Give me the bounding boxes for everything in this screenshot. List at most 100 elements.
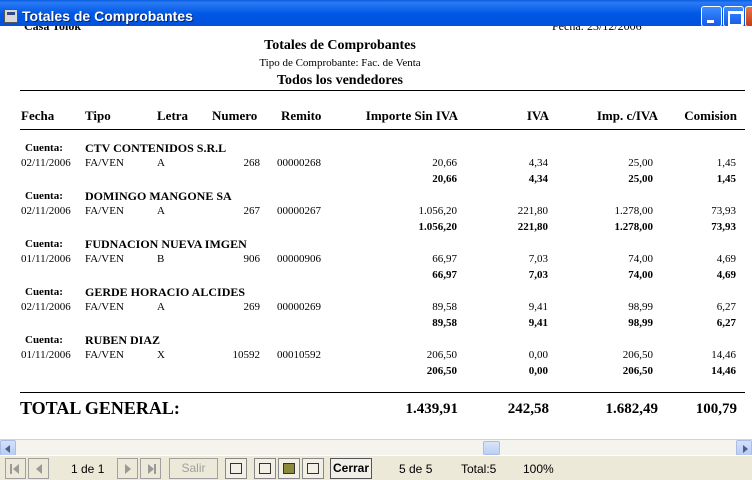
cell-imp-civa: 25,00 [628, 157, 653, 169]
cell-tipo: FA/VEN [85, 205, 124, 217]
subtotal-iva: 0,00 [528, 365, 548, 377]
last-page-icon[interactable] [140, 458, 161, 479]
account-label: Cuenta: [25, 334, 63, 346]
cell-remito: 00000906 [277, 253, 321, 265]
report-canvas: Casa Tolok Fecha: 23/12/2006 Totales de … [0, 26, 752, 439]
subtotal-iva: 221,80 [517, 221, 548, 233]
copy-icon[interactable] [302, 458, 324, 479]
total-comision: 100,79 [695, 401, 737, 417]
account-name: DOMINGO MANGONE SA [85, 189, 232, 203]
total-label: TOTAL GENERAL: [20, 398, 180, 418]
scroll-right-button[interactable] [736, 440, 752, 456]
account-label: Cuenta: [25, 142, 63, 154]
cell-tipo: FA/VEN [85, 301, 124, 313]
window-title: Totales de Comprobantes [22, 8, 193, 24]
cell-comision: 6,27 [716, 301, 736, 313]
subtotal-importe: 20,66 [432, 173, 457, 185]
cell-comision: 14,46 [711, 349, 736, 361]
horizontal-scrollbar[interactable] [0, 439, 752, 456]
subtotal-importe: 1.056,20 [418, 221, 458, 233]
cerrar-button[interactable]: Cerrar [330, 458, 372, 479]
subtotal-comision: 4,69 [716, 269, 736, 281]
cell-fecha: 02/11/2006 [21, 301, 71, 313]
export-icon[interactable] [278, 458, 300, 479]
close-button[interactable] [745, 6, 752, 27]
subtotal-comision: 14,46 [711, 365, 736, 377]
cell-remito: 00000269 [277, 301, 321, 313]
col-importe: Importe Sin IVA [365, 108, 458, 123]
cell-iva: 7,03 [528, 253, 548, 265]
report-date: Fecha: 23/12/2006 [552, 26, 642, 33]
cell-comision: 1,45 [716, 157, 736, 169]
cell-letra: A [157, 157, 165, 169]
total-count: Total:5 [461, 462, 497, 476]
cell-fecha: 01/11/2006 [21, 253, 71, 265]
zoom-level: 100% [523, 462, 554, 476]
next-page-icon[interactable] [117, 458, 138, 479]
subtotal-imp-civa: 1.278,00 [614, 221, 654, 233]
cell-letra: X [157, 349, 165, 361]
cell-importe: 66,97 [432, 253, 457, 265]
subtotal-iva: 9,41 [528, 317, 548, 329]
cell-imp-civa: 1.278,00 [614, 205, 654, 217]
cell-remito: 00000267 [277, 205, 321, 217]
col-letra: Letra [157, 108, 189, 123]
first-page-icon[interactable] [5, 458, 26, 479]
col-tipo: Tipo [85, 108, 111, 123]
cell-numero: 268 [243, 157, 261, 169]
scroll-thumb[interactable] [483, 441, 500, 455]
total-iva: 242,58 [507, 401, 549, 417]
subtotal-comision: 1,45 [716, 173, 736, 185]
cell-fecha: 02/11/2006 [21, 157, 71, 169]
col-imp-civa: Imp. c/IVA [596, 108, 658, 123]
account-name: FUDNACION NUEVA IMGEN [85, 237, 247, 251]
divider [20, 129, 745, 130]
cell-imp-civa: 98,99 [628, 301, 653, 313]
account-name: CTV CONTENIDOS S.R.L [85, 141, 227, 155]
col-fecha: Fecha [21, 108, 55, 123]
cell-importe: 20,66 [432, 157, 457, 169]
cell-numero: 269 [243, 301, 261, 313]
cell-imp-civa: 206,50 [622, 349, 653, 361]
account-name: RUBEN DIAZ [85, 333, 161, 347]
app-icon [4, 9, 18, 23]
cell-iva: 4,34 [528, 157, 548, 169]
divider [20, 392, 745, 393]
subtotal-imp-civa: 74,00 [628, 269, 653, 281]
total-imp-civa: 1.682,49 [605, 401, 659, 417]
subtotal-imp-civa: 206,50 [622, 365, 653, 377]
cell-tipo: FA/VEN [85, 349, 124, 361]
cell-numero: 10592 [232, 349, 261, 361]
account-label: Cuenta: [25, 238, 63, 250]
subtotal-importe: 89,58 [432, 317, 457, 329]
cell-tipo: FA/VEN [85, 253, 124, 265]
maximize-button[interactable] [723, 6, 744, 27]
subtotal-importe: 206,50 [426, 365, 457, 377]
cell-fecha: 01/11/2006 [21, 349, 71, 361]
cell-iva: 9,41 [528, 301, 548, 313]
subtotal-importe: 66,97 [432, 269, 457, 281]
cell-fecha: 02/11/2006 [21, 205, 71, 217]
col-comision: Comision [684, 108, 737, 123]
cell-importe: 89,58 [432, 301, 457, 313]
account-label: Cuenta: [25, 190, 63, 202]
prev-page-icon[interactable] [28, 458, 49, 479]
cell-letra: A [157, 301, 165, 313]
total-importe: 1.439,91 [405, 401, 459, 417]
cell-remito: 00000268 [277, 157, 321, 169]
fit-page-icon[interactable] [225, 458, 247, 479]
cell-comision: 73,93 [711, 205, 736, 217]
salir-button[interactable]: Salir [169, 458, 218, 479]
scroll-left-button[interactable] [0, 440, 16, 456]
report-subtitle: Tipo de Comprobante: Fac. de Venta [259, 57, 421, 69]
minimize-button[interactable] [701, 6, 722, 27]
divider [20, 90, 745, 91]
col-numero: Numero [212, 108, 258, 123]
cell-importe: 206,50 [426, 349, 457, 361]
print-icon[interactable] [254, 458, 276, 479]
account-name: GERDE HORACIO ALCIDES [85, 285, 246, 299]
subtotal-imp-civa: 25,00 [628, 173, 653, 185]
col-remito: Remito [281, 108, 322, 123]
account-label: Cuenta: [25, 286, 63, 298]
report-toolbar: 1 de 1 Salir Cerrar 5 de 5 Total:5 100% [0, 455, 752, 480]
